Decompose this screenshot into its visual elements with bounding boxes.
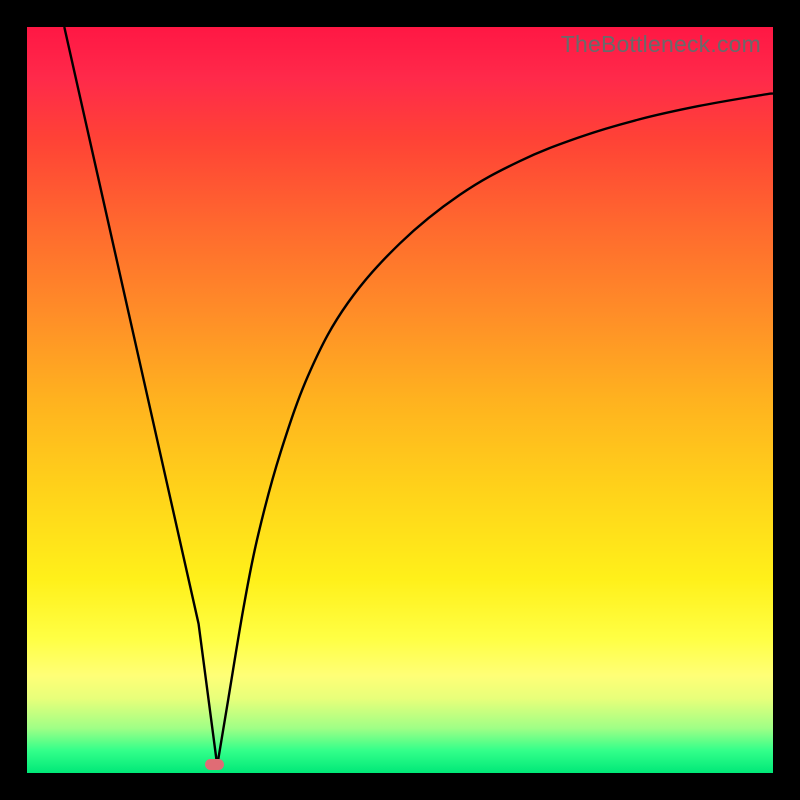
minimum-marker (205, 759, 224, 770)
bottleneck-curve (27, 27, 773, 773)
plot-area: TheBottleneck.com (27, 27, 773, 773)
curve-right-branch (217, 93, 773, 765)
curve-left-branch (64, 27, 217, 766)
